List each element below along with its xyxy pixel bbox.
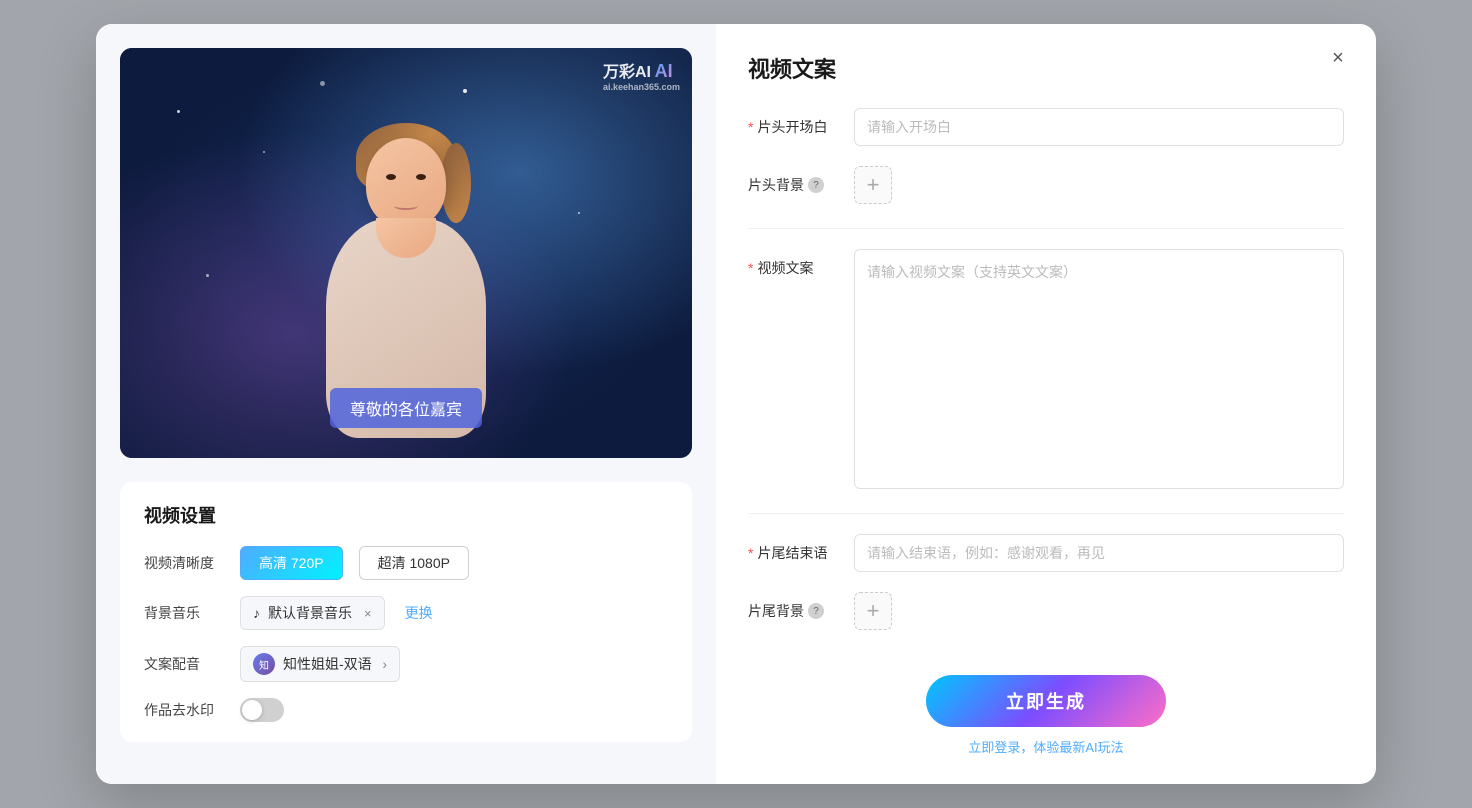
footer-bg-label: 片尾背景 ? (748, 592, 838, 621)
toggle-thumb (242, 700, 262, 720)
avatar-hair (356, 123, 456, 193)
voice-selector[interactable]: 知 知性姐姐-双语 › (240, 646, 400, 682)
music-change-button[interactable]: 更换 (405, 603, 433, 623)
header-bg-label: 片头背景 ? (748, 166, 838, 195)
footer-bg-help-icon[interactable]: ? (808, 603, 824, 619)
modal-overlay: × 万彩AI AI (0, 0, 1472, 808)
closing-input[interactable] (854, 534, 1344, 572)
quality-1080p-button[interactable]: 超清 1080P (359, 546, 469, 580)
voice-avatar-icon: 知 (253, 653, 275, 675)
music-row: 背景音乐 ♪ 默认背景音乐 × 更换 (144, 596, 668, 630)
close-button[interactable]: × (1322, 42, 1354, 74)
quality-label: 视频清晰度 (144, 553, 224, 573)
divider-1 (748, 228, 1344, 229)
copy-label-text: 视频文案 (757, 258, 813, 278)
voice-name: 知性姐姐-双语 (283, 654, 372, 674)
music-label: 背景音乐 (144, 603, 224, 623)
quality-row: 视频清晰度 高清 720P 超清 1080P (144, 546, 668, 580)
header-bg-add-button[interactable]: + (854, 166, 892, 204)
video-preview: 万彩AI AI ai.keehan365.com (120, 48, 692, 458)
watermark-toggle[interactable] (240, 698, 284, 722)
quality-720p-button[interactable]: 高清 720P (240, 546, 343, 580)
video-bg: 万彩AI AI ai.keehan365.com (120, 48, 692, 458)
header-bg-help-icon[interactable]: ? (808, 177, 824, 193)
voice-label: 文案配音 (144, 654, 224, 674)
modal-dialog: × 万彩AI AI (96, 24, 1376, 784)
opening-input[interactable] (854, 108, 1344, 146)
footer-bg-label-text: 片尾背景 (748, 601, 804, 621)
avatar-head (366, 138, 446, 228)
watermark-ai-icon: AI (655, 61, 673, 81)
opening-required-star: * (748, 119, 753, 135)
watermark: 万彩AI AI ai.keehan365.com (603, 58, 680, 92)
watermark-row: 作品去水印 (144, 698, 668, 722)
left-panel: 万彩AI AI ai.keehan365.com (96, 24, 716, 784)
submit-hint-ai: AI玩法 (1085, 740, 1123, 755)
submit-hint: 立即登录，体验最新AI玩法 (968, 737, 1123, 756)
subtitle-bar: 尊敬的各位嘉宾 (330, 388, 482, 428)
closing-label-text: 片尾结束语 (757, 543, 827, 563)
closing-row: * 片尾结束语 (748, 534, 1344, 572)
divider-2 (748, 513, 1344, 514)
submit-hint-text: 立即登录，体验最新 (968, 740, 1085, 755)
panel-title: 视频文案 (748, 52, 1344, 84)
opening-label-text: 片头开场白 (757, 117, 827, 137)
music-tag: ♪ 默认背景音乐 × (240, 596, 385, 630)
opening-row: * 片头开场白 (748, 108, 1344, 146)
copy-label: * 视频文案 (748, 249, 838, 278)
music-icon: ♪ (253, 605, 260, 621)
opening-label: * 片头开场白 (748, 108, 838, 137)
submit-button[interactable]: 立即生成 (926, 675, 1166, 727)
voice-arrow-icon: › (382, 656, 387, 672)
voice-row: 文案配音 知 知性姐姐-双语 › (144, 646, 668, 682)
header-bg-row: 片头背景 ? + (748, 166, 1344, 204)
music-close-button[interactable]: × (364, 606, 372, 621)
music-name: 默认背景音乐 (268, 603, 352, 623)
copy-required-star: * (748, 260, 753, 276)
header-bg-label-text: 片头背景 (748, 175, 804, 195)
copy-row: * 视频文案 (748, 249, 1344, 489)
closing-required-star: * (748, 545, 753, 561)
copy-textarea[interactable] (854, 249, 1344, 489)
watermark-url: ai.keehan365.com (603, 82, 680, 92)
settings-section: 视频设置 视频清晰度 高清 720P 超清 1080P 背景音乐 ♪ 默认背景音… (120, 482, 692, 742)
right-panel: 视频文案 * 片头开场白 片头背景 ? + (716, 24, 1376, 784)
footer-bg-row: 片尾背景 ? + (748, 592, 1344, 630)
closing-label: * 片尾结束语 (748, 534, 838, 563)
settings-title: 视频设置 (144, 502, 668, 528)
footer-bg-add-button[interactable]: + (854, 592, 892, 630)
watermark-toggle-label: 作品去水印 (144, 700, 224, 720)
submit-area: 立即生成 立即登录，体验最新AI玩法 (748, 655, 1344, 756)
watermark-brand: 万彩AI (603, 64, 651, 81)
